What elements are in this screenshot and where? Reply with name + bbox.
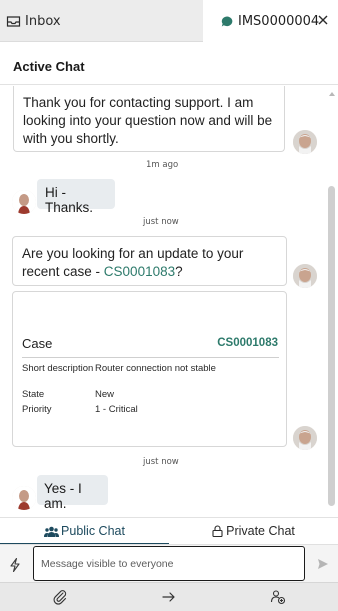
- timestamp: just now: [143, 457, 179, 467]
- send-icon[interactable]: [317, 558, 329, 570]
- chat-scrollbar[interactable]: [328, 92, 335, 512]
- agent-avatar-image: [293, 130, 317, 154]
- field-value: New: [95, 389, 115, 400]
- avatar: [293, 426, 317, 450]
- arrow-right-icon[interactable]: [161, 589, 177, 605]
- divider: [22, 357, 279, 358]
- agent-message-suffix: ?: [175, 264, 183, 279]
- message-input[interactable]: [33, 546, 305, 581]
- paperclip-icon[interactable]: [52, 589, 68, 605]
- case-field-priority: Priority 1 - Critical: [22, 404, 138, 415]
- field-value: 1 - Critical: [95, 404, 138, 415]
- agent-avatar-image: [293, 426, 317, 450]
- avatar: [12, 190, 36, 214]
- tab-private-chat[interactable]: Private Chat: [169, 518, 338, 544]
- agent-message: Thank you for contacting support. I am l…: [13, 86, 285, 152]
- user-avatar-image: [12, 486, 36, 510]
- tab-inbox[interactable]: Inbox: [6, 10, 61, 32]
- bottom-toolbar: [0, 582, 338, 611]
- tab-public-chat-label: Public Chat: [61, 524, 125, 538]
- chat-header: Active Chat: [0, 43, 338, 85]
- case-card-title: Case: [22, 336, 53, 351]
- user-message-text: Yes - I am.: [44, 481, 82, 511]
- chat-mode-tabs: Public Chat Private Chat: [0, 517, 338, 545]
- tab-public-chat[interactable]: Public Chat: [0, 518, 169, 545]
- user-avatar-image: [12, 190, 36, 214]
- user-message-text: Hi -Thanks.: [45, 185, 94, 215]
- tab-private-chat-label: Private Chat: [226, 524, 295, 538]
- case-link[interactable]: CS0001083: [104, 264, 175, 279]
- people-icon: [44, 526, 60, 537]
- tab-bar: Inbox IMS0000004: [0, 0, 338, 43]
- avatar: [12, 486, 36, 510]
- bolt-icon[interactable]: [7, 557, 23, 573]
- page-title: Active Chat: [13, 59, 85, 74]
- avatar: [293, 264, 317, 288]
- timestamp: just now: [143, 217, 179, 227]
- tab-ims0000004[interactable]: IMS0000004: [203, 0, 338, 43]
- scroll-up-arrow-icon[interactable]: [329, 92, 335, 96]
- tab-inbox-label: Inbox: [25, 13, 61, 29]
- case-field-short-description: Short description Router connection not …: [22, 363, 216, 374]
- add-user-icon[interactable]: [270, 589, 286, 605]
- case-card[interactable]: Case CS0001083 Short description Router …: [12, 291, 287, 447]
- agent-message: Are you looking for an update to your re…: [12, 236, 287, 286]
- chat-bubble-icon: [221, 16, 233, 27]
- case-field-state: State New: [22, 389, 114, 400]
- tab-active-label: IMS0000004: [238, 14, 320, 29]
- user-message: Yes - I am.: [37, 475, 108, 511]
- inbox-icon: [6, 15, 21, 27]
- field-label: State: [22, 389, 45, 400]
- avatar: [293, 130, 317, 154]
- field-label: Short description: [22, 363, 94, 374]
- user-message: Hi -Thanks.: [37, 179, 115, 215]
- field-value: Router connection not stable: [95, 363, 216, 374]
- close-icon[interactable]: [316, 13, 330, 27]
- message-composer: [0, 544, 338, 582]
- chat-transcript: Thank you for contacting support. I am l…: [0, 86, 338, 516]
- agent-avatar-image: [293, 264, 317, 288]
- field-label: Priority: [22, 404, 52, 415]
- timestamp: 1m ago: [146, 160, 179, 170]
- scrollbar-thumb[interactable]: [328, 186, 335, 506]
- lock-icon: [212, 525, 223, 537]
- case-number-link[interactable]: CS0001083: [217, 337, 278, 349]
- agent-message-text: Thank you for contacting support. I am l…: [23, 95, 273, 146]
